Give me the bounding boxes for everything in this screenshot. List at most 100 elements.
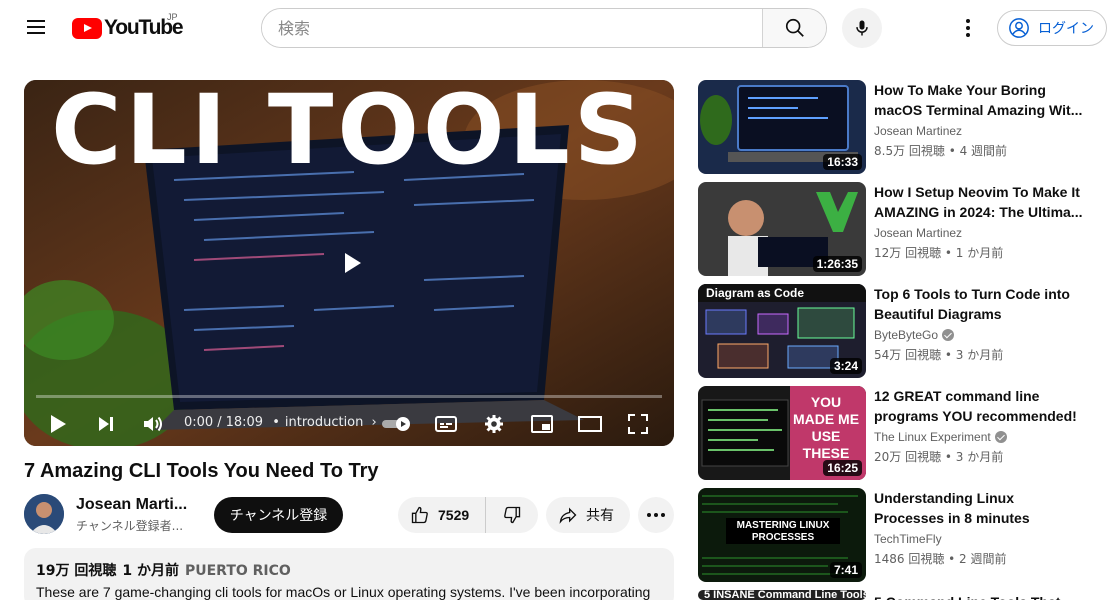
gear-icon [485,415,503,433]
youtube-play-icon [72,17,102,39]
autoplay-toggle-icon [382,417,410,431]
description-box[interactable]: 19万 回視聴 1 か月前 PUERTO RICO These are 7 game… [24,548,674,600]
chapter-dot: • [272,415,280,430]
view-count: 19万 回視聴 [36,563,117,579]
microphone-icon [856,20,868,36]
voice-search-button[interactable] [842,8,882,48]
related-video-item[interactable]: 1:26:35 How I Setup Neovim To Make It AM… [698,182,1098,276]
youtube-logo[interactable]: YouTube [72,16,184,40]
subtitles-button[interactable] [432,410,460,438]
channel-subscribers: チャンネル登録者... [76,519,184,533]
channel-label: ByteByteGo [874,328,939,342]
current-time: 0:00 [184,415,214,430]
search-input[interactable] [262,9,762,47]
related-video-title[interactable]: How To Make Your Boring macOS Terminal A… [874,80,1084,120]
video-title: 7 Amazing CLI Tools You Need To Try [24,460,379,482]
miniplayer-icon [531,415,553,433]
subtitles-icon [435,416,457,432]
play-icon [51,415,66,433]
dislike-button[interactable] [486,497,538,533]
thumbnail-caption: 5 INSANE Command Line Tools [704,590,866,600]
related-video-meta: 20万 回視聴 • 3 か月前 [874,450,1004,464]
thumbs-down-icon [504,506,521,524]
description-text: These are 7 game-changing cli tools for … [36,584,651,600]
related-video-channel[interactable]: ByteByteGo [874,328,955,342]
related-video-item[interactable]: 5 INSANE Command Line Tools 5 Command Li… [698,590,1098,600]
time-separator: / [217,415,222,430]
channel-label: Josean Martinez [874,226,963,240]
more-actions-icon[interactable] [638,497,674,533]
login-button[interactable]: ログイン [997,10,1107,46]
share-button[interactable]: 共有 [546,497,630,533]
related-video-meta: 1486 回視聴 • 2 週間前 [874,552,1007,566]
like-button[interactable]: 7529 [398,497,486,533]
top-bar: YouTube JP ログイン [0,0,1109,56]
related-video-item[interactable]: YOU MADE ME USE THESE 16:25 12 GREAT com… [698,386,1098,480]
video-duration: 1:26:35 [812,256,862,272]
volume-icon [144,416,162,432]
player-controls: 0:00/18:09 • introduction › [24,402,674,446]
related-video-title[interactable]: 12 GREAT command line programs YOU recom… [874,386,1084,426]
miniplayer-button[interactable] [528,410,556,438]
related-video-channel[interactable]: TechTimeFly [874,532,942,546]
video-duration: 3:24 [829,358,862,374]
video-player[interactable]: CLI TOOLS 0:00/18:09 • introduction › [24,80,674,446]
location-tag[interactable]: PUERTO RICO [185,563,291,579]
like-dislike-bar: 7529 [398,497,538,533]
progress-bar[interactable] [36,395,662,398]
channel-label: TechTimeFly [874,532,942,546]
video-duration: 16:25 [823,460,862,476]
settings-button[interactable] [480,410,508,438]
play-button[interactable] [44,410,72,438]
region-code: JP [167,12,178,22]
related-video-item[interactable]: 16:33 How To Make Your Boring macOS Term… [698,80,1098,174]
like-count: 7529 [438,507,470,523]
related-video-meta: 12万 回視聴 • 1 か月前 [874,246,1004,260]
theater-mode-button[interactable] [576,410,604,438]
related-video-thumbnail[interactable]: MASTERING LINUX PROCESSES 7:41 [698,488,866,582]
verified-badge-icon [942,329,955,341]
thumbnail-caption: Diagram as Code [706,286,805,300]
channel-name[interactable]: Josean Marti... [76,496,187,514]
account-icon [1009,18,1029,38]
upload-date: 1 か月前 [122,563,179,579]
next-button[interactable] [92,410,120,438]
related-video-thumbnail[interactable]: 1:26:35 [698,182,866,276]
hamburger-menu-icon[interactable] [24,16,48,40]
login-label: ログイン [1038,21,1094,37]
chevron-right-icon: › [371,415,377,430]
video-duration: 7:41 [829,562,862,578]
share-label: 共有 [586,508,614,524]
related-video-title[interactable]: How I Setup Neovim To Make It AMAZING in… [874,182,1084,222]
thumbnail-caption: YOU MADE ME USE THESE [792,394,860,461]
volume-button[interactable] [139,410,167,438]
related-video-title[interactable]: 5 Command Line Tools That [874,592,1084,600]
settings-more-icon[interactable] [952,12,984,44]
related-video-meta: 54万 回視聴 • 3 か月前 [874,348,1004,362]
subscribe-button[interactable]: チャンネル登録 [214,497,343,533]
chapter-title[interactable]: introduction [285,415,364,430]
thumbnail-title-text: CLI TOOLS [51,80,647,186]
verified-badge-icon [994,431,1007,443]
search-button[interactable] [762,9,826,47]
channel-avatar[interactable] [24,494,64,534]
related-video-channel[interactable]: The Linux Experiment [874,430,1007,444]
center-play-button[interactable] [329,243,377,283]
related-video-channel[interactable]: Josean Martinez [874,124,962,138]
autoplay-toggle[interactable] [381,410,413,438]
related-video-item[interactable]: Diagram as Code 3:24 Top 6 Tools to Turn… [698,284,1098,378]
related-video-thumbnail[interactable]: Diagram as Code 3:24 [698,284,866,378]
description-meta: 19万 回視聴 1 か月前 PUERTO RICO [36,560,662,580]
fullscreen-icon [628,414,648,434]
related-video-item[interactable]: MASTERING LINUX PROCESSES 7:41 Understan… [698,488,1098,582]
related-video-thumbnail[interactable]: 16:33 [698,80,866,174]
related-video-meta: 8.5万 回視聴 • 4 週間前 [874,144,1008,158]
related-video-channel[interactable]: Josean Martinez [874,226,962,240]
search-icon [785,18,804,37]
related-video-title[interactable]: Top 6 Tools to Turn Code into Beautiful … [874,284,1084,324]
related-video-title[interactable]: Understanding Linux Processes in 8 minut… [874,488,1084,528]
fullscreen-button[interactable] [624,410,652,438]
channel-label: The Linux Experiment [874,430,991,444]
related-video-thumbnail[interactable]: 5 INSANE Command Line Tools [698,590,866,600]
related-video-thumbnail[interactable]: YOU MADE ME USE THESE 16:25 [698,386,866,480]
